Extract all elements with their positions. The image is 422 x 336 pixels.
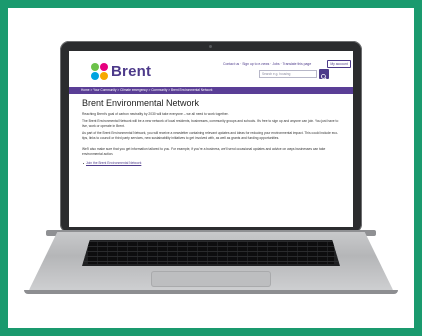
site-header: Brent Contact us · Sign up to e-news · J…	[69, 51, 353, 83]
laptop-screen: Brent Contact us · Sign up to e-news · J…	[69, 51, 353, 227]
search-icon	[321, 74, 327, 80]
newsletter-paragraph: As part of the Brent Environmental Netwo…	[82, 131, 339, 140]
intro-paragraph: Reaching Brent's goal of carbon neutrali…	[82, 112, 229, 116]
laptop-front-edge	[24, 290, 398, 294]
touchpad	[151, 271, 271, 287]
join-network-link[interactable]: Join the Brent Environmental Network	[86, 161, 141, 165]
tailored-info-paragraph: We'll also make sure that you get inform…	[82, 147, 326, 156]
bullet-icon	[83, 162, 85, 164]
brent-logo-icon[interactable]	[91, 63, 109, 81]
search-button[interactable]	[319, 69, 329, 80]
keyboard	[82, 240, 340, 266]
top-links[interactable]: Contact us · Sign up to e-news · Jobs · …	[223, 62, 311, 66]
breadcrumb[interactable]: Home > Your Community > Climate emergenc…	[69, 87, 353, 94]
keyboard-rows	[82, 240, 340, 266]
my-account-button[interactable]: My account	[327, 60, 351, 68]
laptop-lid: Brent Contact us · Sign up to e-news · J…	[60, 41, 362, 233]
brand-name[interactable]: Brent	[111, 63, 151, 80]
page-title: Brent Environmental Network	[82, 98, 200, 108]
webcam-icon	[209, 45, 212, 48]
network-paragraph: The Brent Environmental Network will be …	[82, 119, 339, 128]
search-input[interactable]: Search e.g. housing	[259, 70, 317, 78]
